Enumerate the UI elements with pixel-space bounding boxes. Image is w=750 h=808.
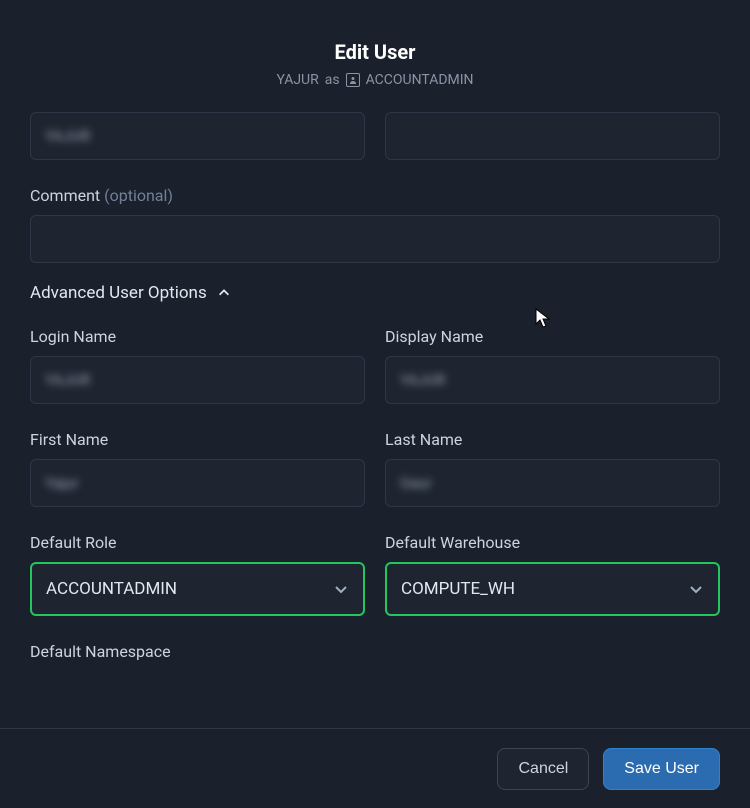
dialog-body: YAJUR Comment (optional) Advanced User O… [0,98,750,728]
display-name-input[interactable]: YAJUR [385,356,720,404]
default-role-value: ACCOUNTADMIN [46,579,177,599]
first-name-label: First Name [30,430,365,449]
dialog-header: Edit User YAJUR as ACCOUNTADMIN [0,0,750,98]
chevron-down-icon [333,581,349,597]
dialog-footer: Cancel Save User [0,728,750,808]
dialog-title: Edit User [0,40,750,64]
dialog-subtitle: YAJUR as ACCOUNTADMIN [0,72,750,88]
comment-label-text: Comment [30,186,100,205]
default-warehouse-value: COMPUTE_WH [401,579,515,599]
default-role-label: Default Role [30,533,365,552]
comment-optional-text: (optional) [104,186,173,205]
username-input[interactable]: YAJUR [30,112,365,160]
comment-label: Comment (optional) [30,186,720,205]
chevron-down-icon [688,581,704,597]
display-name-value: YAJUR [400,371,445,389]
top-fields-row: YAJUR [30,112,720,160]
chevron-up-icon [217,286,231,300]
first-name-value: Yajur [45,474,79,492]
username-value: YAJUR [45,127,90,145]
last-name-label: Last Name [385,430,720,449]
subtitle-user: YAJUR [276,72,318,88]
login-name-label: Login Name [30,327,365,346]
default-namespace-label: Default Namespace [30,642,720,661]
first-name-input[interactable]: Yajur [30,459,365,507]
subtitle-as: as [325,72,340,88]
cancel-button[interactable]: Cancel [497,748,589,790]
comment-input[interactable] [30,215,720,263]
role-badge-icon [346,73,360,87]
edit-user-dialog: Edit User YAJUR as ACCOUNTADMIN YAJUR [0,0,750,808]
advanced-options-label: Advanced User Options [30,283,207,303]
display-name-label: Display Name [385,327,720,346]
default-warehouse-select[interactable]: COMPUTE_WH [385,562,720,616]
login-name-input[interactable]: YAJUR [30,356,365,404]
secondary-input[interactable] [385,112,720,160]
default-role-select[interactable]: ACCOUNTADMIN [30,562,365,616]
subtitle-role: ACCOUNTADMIN [366,72,474,88]
last-name-value: Gaur [400,474,432,492]
advanced-options-toggle[interactable]: Advanced User Options [30,283,720,303]
default-warehouse-label: Default Warehouse [385,533,720,552]
login-name-value: YAJUR [45,371,90,389]
last-name-input[interactable]: Gaur [385,459,720,507]
save-user-button[interactable]: Save User [603,748,720,790]
